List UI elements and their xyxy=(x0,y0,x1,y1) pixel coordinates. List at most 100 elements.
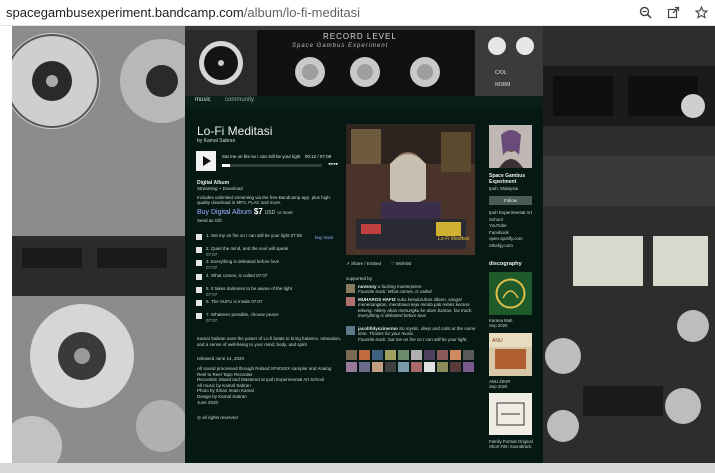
discography-title[interactable]: Family Portrait Original Short Film Soun… xyxy=(489,439,544,449)
artist-name[interactable]: Space Gambus Experiment xyxy=(489,173,544,185)
star-icon[interactable] xyxy=(693,4,709,20)
track-play-icon[interactable] xyxy=(196,247,202,254)
supporter-name[interactable]: nuvsnoy xyxy=(358,284,377,289)
track-row[interactable]: 7. Whatever possible, choose peace 07:07 xyxy=(196,312,346,325)
record-level-label: RECORD LEVEL xyxy=(323,32,397,41)
format-sub: Streaming + Download xyxy=(197,186,243,191)
track-play-icon[interactable] xyxy=(196,260,202,267)
avatar[interactable] xyxy=(346,326,355,335)
album-cover[interactable]: Lo-Fi Meditasi xyxy=(346,124,475,255)
track-row[interactable]: 6. The SUFU is Inside 07:07 xyxy=(196,299,346,312)
album-byline[interactable]: by Kamal Sabran xyxy=(197,138,235,144)
horizontal-scrollbar[interactable] xyxy=(0,463,715,473)
discography-date: Sep 2020 xyxy=(489,323,508,329)
supporter-thumb[interactable] xyxy=(398,362,409,372)
track-name[interactable]: Set my on fire so I can still be your li… xyxy=(211,233,289,238)
supporter-thumb[interactable] xyxy=(372,350,383,360)
buy-digital-album[interactable]: Buy Digital Album $7 USD or more xyxy=(197,207,293,216)
now-playing-title: Sat me on fire so I can still be your li… xyxy=(222,154,331,159)
track-duration: 07:07 xyxy=(206,291,218,297)
nav-community[interactable]: community xyxy=(225,97,254,103)
follow-button[interactable]: Follow xyxy=(489,196,532,205)
track-row[interactable]: 3. Everything is defeated before love 07… xyxy=(196,259,346,272)
discography-cover[interactable]: ANU xyxy=(489,333,532,376)
credit-line: June 2020 xyxy=(197,399,219,405)
play-button[interactable] xyxy=(196,151,216,171)
supporter-thumb[interactable] xyxy=(359,362,370,372)
supporter-thumb[interactable] xyxy=(437,350,448,360)
album-credits: All sound processed through Roland SP404… xyxy=(197,366,342,405)
nav-music[interactable]: music xyxy=(195,97,211,103)
supporter-name[interactable]: jacobfidyozinermo xyxy=(358,326,398,331)
share-embed-label: Share / Embed xyxy=(351,261,382,266)
supporter-thumb[interactable] xyxy=(424,350,435,360)
supporter-thumb[interactable] xyxy=(463,362,474,372)
track-play-icon[interactable] xyxy=(196,273,202,280)
track-play-icon[interactable] xyxy=(196,313,202,320)
supporter-thumb[interactable] xyxy=(346,350,357,360)
buy-track-link[interactable]: buy track xyxy=(315,235,333,240)
album-title: Lo-Fi Meditasi xyxy=(197,124,273,138)
track-row[interactable]: 5. It takes darkness to be aware of the … xyxy=(196,286,346,299)
track-name[interactable]: Everything is defeated before love xyxy=(211,259,279,264)
url-text[interactable]: spacegambusexperiment.bandcamp.com/album… xyxy=(6,5,360,20)
artist-photo[interactable] xyxy=(489,125,532,168)
discography-cover[interactable] xyxy=(489,393,532,435)
supporter-item: MUHAROS HAFIZ suka kesuluruhan album, sa… xyxy=(346,297,476,325)
wishlist-label: Wishlist xyxy=(395,261,412,266)
track-number: 3. xyxy=(206,259,210,265)
play-icon xyxy=(203,156,211,166)
supporter-comment: a fucking masterpiece xyxy=(377,284,422,289)
artist-link[interactable]: Ipoh Experimental Art School xyxy=(489,210,544,223)
supporter-thumb[interactable] xyxy=(385,350,396,360)
avatar[interactable] xyxy=(346,297,355,306)
artist-nav: music community xyxy=(185,96,543,108)
progress-bar[interactable] xyxy=(222,164,322,167)
artist-header-banner: RECORD LEVEL Space Gambus Experiment C/O… xyxy=(185,30,543,96)
supporter-thumb[interactable] xyxy=(411,350,422,360)
supporter-thumb[interactable] xyxy=(437,362,448,372)
browser-address-bar[interactable]: spacegambusexperiment.bandcamp.com/album… xyxy=(0,0,715,26)
discography-cover[interactable] xyxy=(489,272,532,315)
supporter-thumb[interactable] xyxy=(463,350,474,360)
wishlist-button[interactable]: ♡ Wishlist xyxy=(390,261,411,266)
supporter-thumb[interactable] xyxy=(385,362,396,372)
track-row[interactable]: 2. Quiet the mind, and the soul will spe… xyxy=(196,246,346,259)
discography-item-label: ANU ZIKIR Sep 2020 xyxy=(489,379,544,389)
track-name[interactable]: It takes darkness to be aware of the lig… xyxy=(211,286,292,291)
supporter-thumb[interactable] xyxy=(398,350,409,360)
track-play-icon[interactable] xyxy=(196,299,202,306)
track-name[interactable]: Quiet the mind, and the soul will speak xyxy=(211,246,288,251)
copyright-icon: ◎ xyxy=(197,415,201,420)
supporter-thumb[interactable] xyxy=(450,350,461,360)
track-row[interactable]: 4. What comes, is called 07:07 xyxy=(196,273,346,286)
supporter-thumb[interactable] xyxy=(411,362,422,372)
supporter-thumb[interactable] xyxy=(450,362,461,372)
url-host: spacegambusexperiment.bandcamp.com xyxy=(6,5,244,20)
supporter-thumb[interactable] xyxy=(359,350,370,360)
progress-fill xyxy=(222,164,230,167)
credit-line: All sound processed through Roland SP404… xyxy=(197,366,332,371)
track-name[interactable]: The SUFU is Inside xyxy=(211,299,250,304)
track-duration: 07:07 xyxy=(256,272,268,278)
track-name[interactable]: What comes, is called xyxy=(211,273,255,278)
zoom-icon[interactable] xyxy=(637,4,653,20)
avatar[interactable] xyxy=(346,284,355,293)
supporter-thumb[interactable] xyxy=(372,362,383,372)
supporter-name[interactable]: MUHAROS HAFIZ xyxy=(358,297,396,302)
track-duration: 07:07 xyxy=(206,265,218,271)
cover-text: Lo-Fi Meditasi xyxy=(438,236,470,242)
supporter-thumb[interactable] xyxy=(346,362,357,372)
now-playing-time: 00:12 / 07:08 xyxy=(304,154,332,159)
track-duration: 07:08 xyxy=(290,233,302,238)
share-embed-button[interactable]: ↗ Share / Embed xyxy=(346,261,381,266)
track-name[interactable]: Whatever possible, choose peace xyxy=(211,312,279,317)
prev-next-icon[interactable]: ◂◂ ▸▸ xyxy=(328,161,338,167)
track-number: 4. xyxy=(206,272,210,278)
share-icon[interactable] xyxy=(665,4,681,20)
send-as-gift[interactable]: Send as Gift xyxy=(197,218,222,223)
track-play-icon[interactable] xyxy=(196,286,202,293)
supporter-thumb[interactable] xyxy=(424,362,435,372)
track-play-icon[interactable] xyxy=(196,234,202,240)
artist-link[interactable]: nthahjy.com xyxy=(489,243,544,250)
